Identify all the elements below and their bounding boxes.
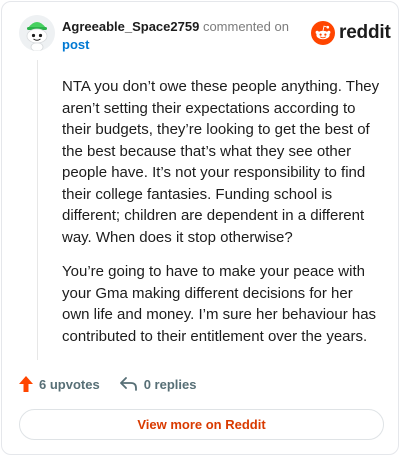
comment-paragraph: NTA you don’t owe these people anything.… [62,78,380,246]
thread-line [37,60,38,360]
commented-on-text: commented on [202,19,289,34]
view-more-button[interactable]: View more on Reddit [19,409,384,440]
reddit-snoo-icon [311,21,335,45]
reply-arrow-icon [119,377,137,391]
upvotes-count: 6 upvotes [39,376,100,392]
replies-count: 0 replies [143,376,197,392]
post-link[interactable]: post [62,37,89,52]
comment-header: Agreeable_Space2759 commented on post [62,18,297,54]
username[interactable]: Agreeable_Space2759 [62,19,199,34]
reply-action[interactable]: 0 replies [119,376,197,392]
reddit-logo[interactable]: reddit [311,21,391,45]
comment-actions: 6 upvotes 0 replies [19,374,196,394]
upvote-action[interactable]: 6 upvotes [19,376,100,392]
comment-body: NTA you don’t owe these people anything.… [62,76,380,360]
embedded-comment-card: Agreeable_Space2759 commented on post re… [1,1,399,455]
avatar[interactable] [19,15,55,51]
upvote-arrow-icon [19,376,33,392]
reddit-wordmark: reddit [339,22,391,43]
snoo-avatar-icon [19,15,55,51]
comment-paragraph: You’re going to have to make your peace … [62,263,377,345]
